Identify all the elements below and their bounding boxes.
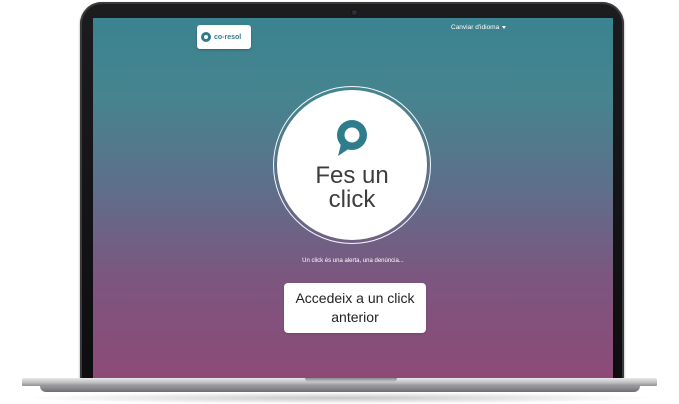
webcam-icon [352, 10, 357, 15]
laptop-base [0, 374, 679, 394]
co-resol-logo-icon [201, 32, 211, 42]
app-screen: co-resol Canviar d'idioma Fes un click U… [93, 18, 613, 378]
caret-down-icon [502, 26, 507, 29]
language-menu-label: Canviar d'idioma [451, 24, 500, 31]
cta-line-2: click [328, 186, 376, 213]
brand-logo[interactable]: co-resol [197, 25, 251, 49]
access-button-line-1: Accedeix a un click [295, 290, 415, 306]
access-previous-click-button[interactable]: Accedeix a un click anterior [284, 283, 426, 333]
laptop-base-bottom [40, 386, 640, 392]
tagline: Un click és una alerta, una denúncia... [302, 258, 404, 264]
make-click-button[interactable]: Fes un click [277, 90, 427, 240]
access-button-line-2: anterior [331, 309, 379, 325]
laptop-opening-notch [305, 378, 397, 382]
cta-line-1: Fes un [315, 162, 389, 189]
brand-logo-text: co-resol [214, 33, 242, 41]
language-menu[interactable]: Canviar d'idioma [451, 24, 507, 31]
speech-bubble-icon [337, 120, 367, 156]
